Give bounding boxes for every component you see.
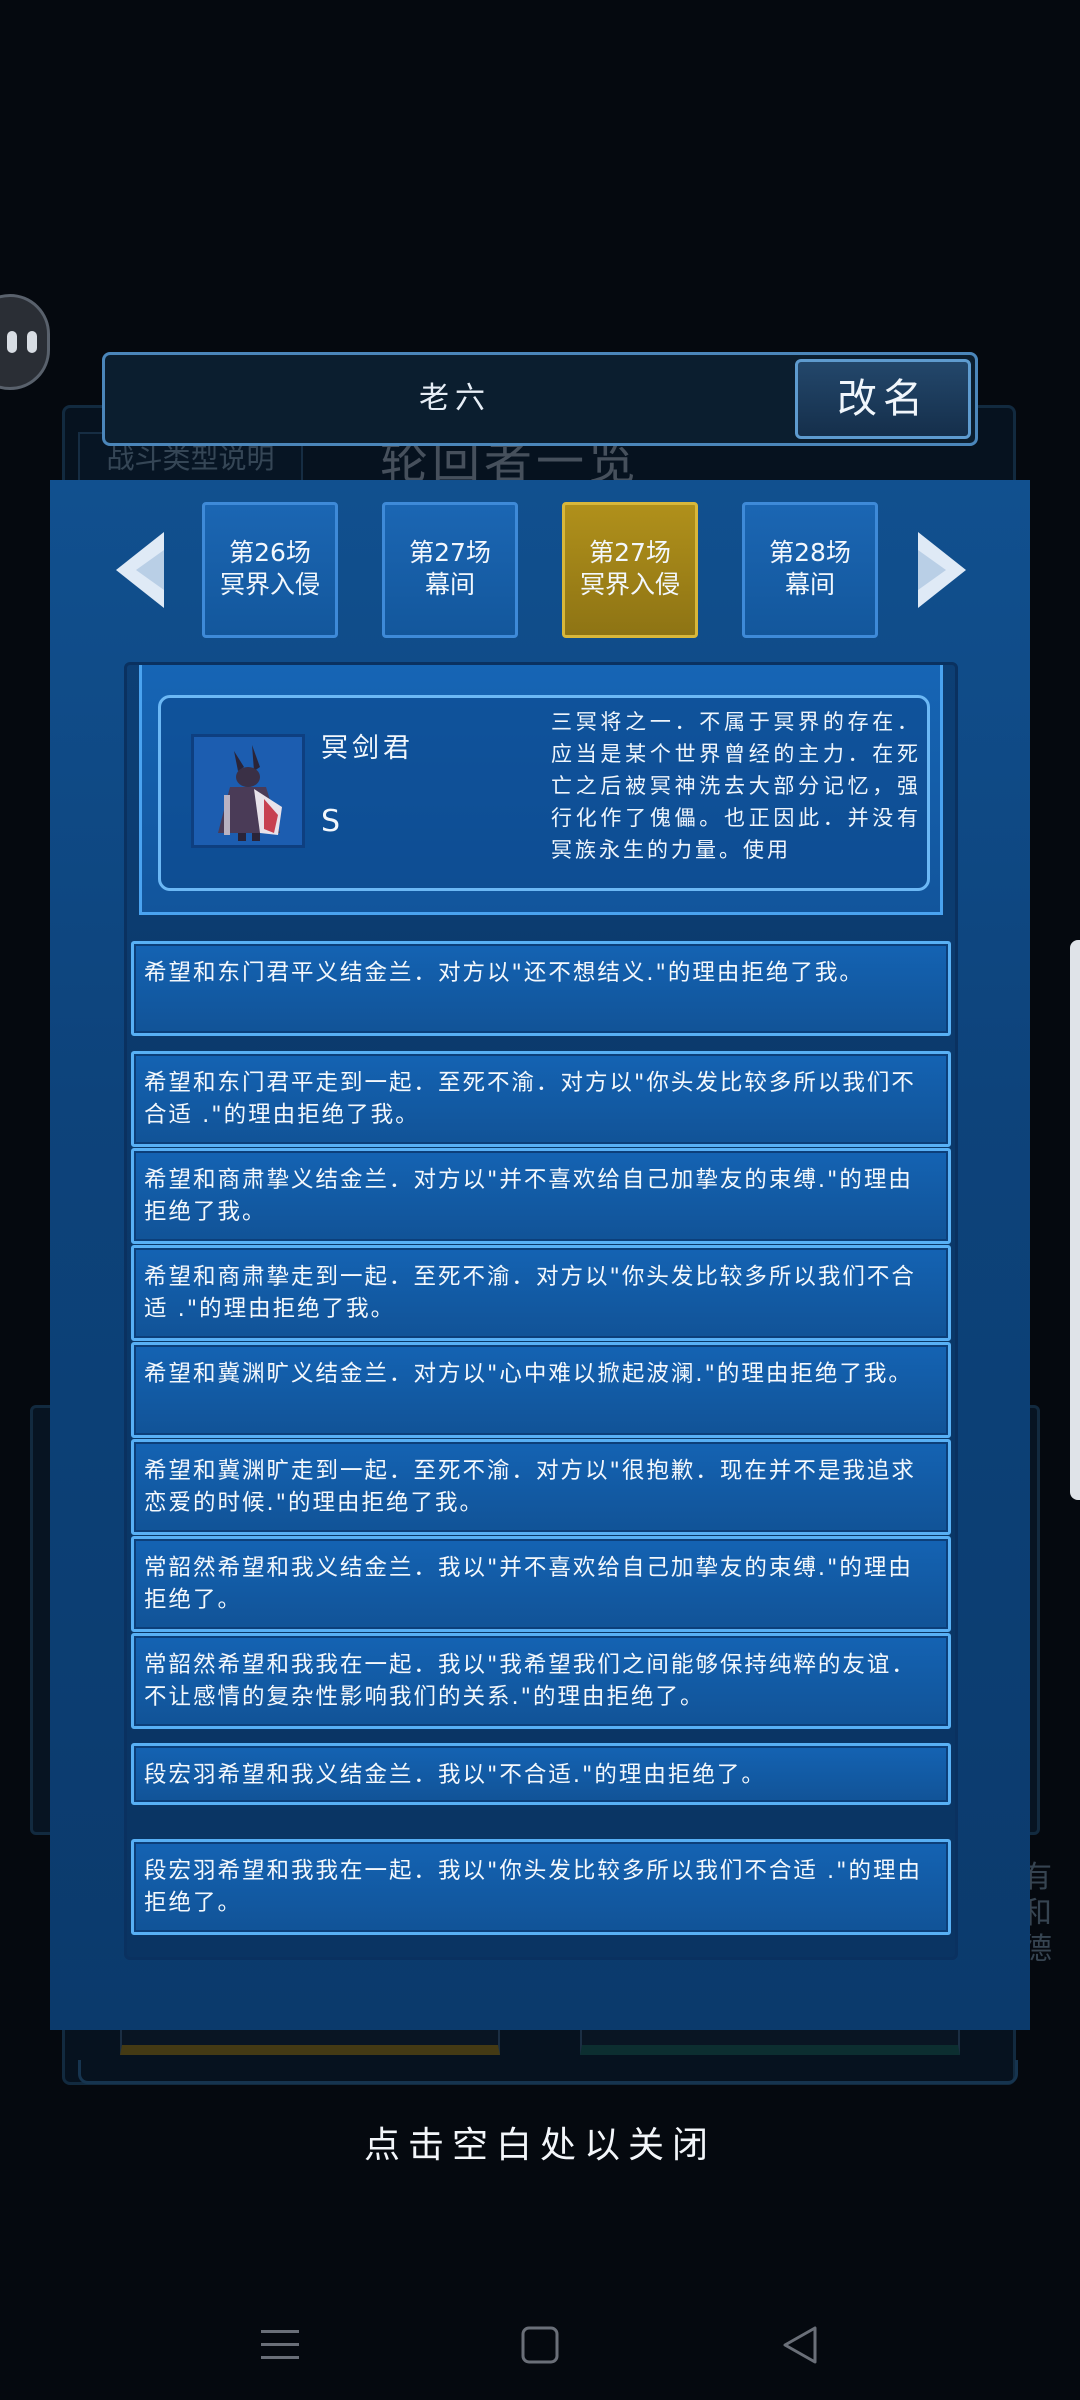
log-entry-text: 希望和东门君平义结金兰．对方以"还不想结义."的理由拒绝了我。 [144, 960, 864, 986]
log-entry-text: 段宏羽希望和我义结金兰．我以"不合适."的理由拒绝了。 [144, 1762, 766, 1788]
tab-round-26[interactable]: 第26场 冥界入侵 [202, 502, 338, 638]
log-entry-text: 段宏羽希望和我我在一起．我以"你头发比较多所以我们不合适 ."的理由拒绝了。 [144, 1858, 923, 1916]
event-log-list[interactable]: 冥剑君 S 三冥将之一．不属于冥界的存在．应当是某个世界曾经的主力．在死亡之后被… [124, 662, 958, 1960]
character-card-inner: 冥剑君 S 三冥将之一．不属于冥界的存在．应当是某个世界曾经的主力．在死亡之后被… [158, 695, 930, 891]
character-rank: S [321, 804, 341, 839]
player-name: 老六 [419, 381, 491, 416]
log-modal: 第26场 冥界入侵 第27场 幕间 第27场 冥界入侵 第28场 幕间 冥剑君 … [50, 480, 1030, 2030]
character-portrait [191, 734, 305, 848]
tab-round-label: 第27场 [589, 538, 671, 567]
log-entry-text: 希望和冀渊旷义结金兰．对方以"心中难以掀起波澜."的理由拒绝了我。 [144, 1361, 913, 1387]
log-entry: 段宏羽希望和我义结金兰．我以"不合适."的理由拒绝了。 [131, 1743, 951, 1805]
log-entry-text: 常韶然希望和我我在一起．我以"我希望我们之间能够保持纯粹的友谊．不让感情的复杂性… [144, 1652, 916, 1710]
log-entry: 常韶然希望和我我在一起．我以"我希望我们之间能够保持纯粹的友谊．不让感情的复杂性… [131, 1633, 951, 1729]
menu-icon[interactable] [255, 2320, 305, 2370]
system-nav-bar [0, 2290, 1080, 2400]
home-icon[interactable] [515, 2320, 565, 2370]
log-entry-text: 希望和东门君平走到一起．至死不渝．对方以"你头发比较多所以我们不合适 ."的理由… [144, 1070, 916, 1128]
tab-round-label: 第27场 [409, 538, 491, 567]
log-entry: 希望和东门君平走到一起．至死不渝．对方以"你头发比较多所以我们不合适 ."的理由… [131, 1051, 951, 1147]
eye-icon [27, 331, 37, 353]
edge-panel-handle[interactable] [1070, 940, 1080, 1500]
swordsman-icon [218, 745, 282, 841]
character-name: 冥剑君 [321, 733, 414, 764]
tab-round-label: 第26场 [229, 538, 311, 567]
log-entry: 希望和商肃挚义结金兰．对方以"并不喜欢给自己加挚友的束缚."的理由拒绝了我。 [131, 1148, 951, 1244]
tab-round-type: 幕间 [784, 570, 835, 599]
close-hint[interactable]: 点击空白处以关闭 [0, 2116, 1080, 2168]
background-frame [78, 2060, 1018, 2084]
name-bar: 老六 改名 [102, 352, 978, 446]
tab-round-type: 冥界入侵 [579, 570, 680, 599]
log-entry: 希望和东门君平义结金兰．对方以"还不想结义."的理由拒绝了我。 [131, 941, 951, 1036]
tab-round-label: 第28场 [769, 538, 851, 567]
tab-round-type: 幕间 [424, 570, 475, 599]
rename-button[interactable]: 改名 [795, 359, 971, 439]
log-entry-text: 希望和商肃挚义结金兰．对方以"并不喜欢给自己加挚友的束缚."的理由拒绝了我。 [144, 1167, 913, 1225]
next-arrow-icon[interactable] [910, 530, 970, 610]
log-entry-text: 常韶然希望和我义结金兰．我以"并不喜欢给自己加挚友的束缚."的理由拒绝了。 [144, 1555, 913, 1613]
eye-icon [7, 331, 17, 353]
tab-round-type: 冥界入侵 [219, 570, 320, 599]
tab-round-27-invasion[interactable]: 第27场 冥界入侵 [562, 502, 698, 638]
tab-round-28[interactable]: 第28场 幕间 [742, 502, 878, 638]
log-entry-text: 希望和冀渊旷走到一起．至死不渝．对方以"很抱歉．现在并不是我追求恋爱的时候."的… [144, 1458, 916, 1516]
log-entry-text: 希望和商肃挚走到一起．至死不渝．对方以"你头发比较多所以我们不合适 ."的理由拒… [144, 1264, 916, 1322]
character-card[interactable]: 冥剑君 S 三冥将之一．不属于冥界的存在．应当是某个世界曾经的主力．在死亡之后被… [139, 665, 943, 915]
prev-arrow-icon[interactable] [112, 530, 172, 610]
log-entry: 段宏羽希望和我我在一起．我以"你头发比较多所以我们不合适 ."的理由拒绝了。 [131, 1839, 951, 1935]
back-icon[interactable] [775, 2320, 825, 2370]
log-entry: 希望和商肃挚走到一起．至死不渝．对方以"你头发比较多所以我们不合适 ."的理由拒… [131, 1245, 951, 1341]
log-entry: 希望和冀渊旷走到一起．至死不渝．对方以"很抱歉．现在并不是我追求恋爱的时候."的… [131, 1439, 951, 1535]
floating-assistant-icon[interactable] [0, 294, 50, 390]
character-description: 三冥将之一．不属于冥界的存在．应当是某个世界曾经的主力．在死亡之后被冥神洗去大部… [551, 710, 921, 862]
log-entry: 希望和冀渊旷义结金兰．对方以"心中难以掀起波澜."的理由拒绝了我。 [131, 1342, 951, 1438]
log-entry: 常韶然希望和我义结金兰．我以"并不喜欢给自己加挚友的束缚."的理由拒绝了。 [131, 1536, 951, 1632]
tab-round-27-interlude[interactable]: 第27场 幕间 [382, 502, 518, 638]
